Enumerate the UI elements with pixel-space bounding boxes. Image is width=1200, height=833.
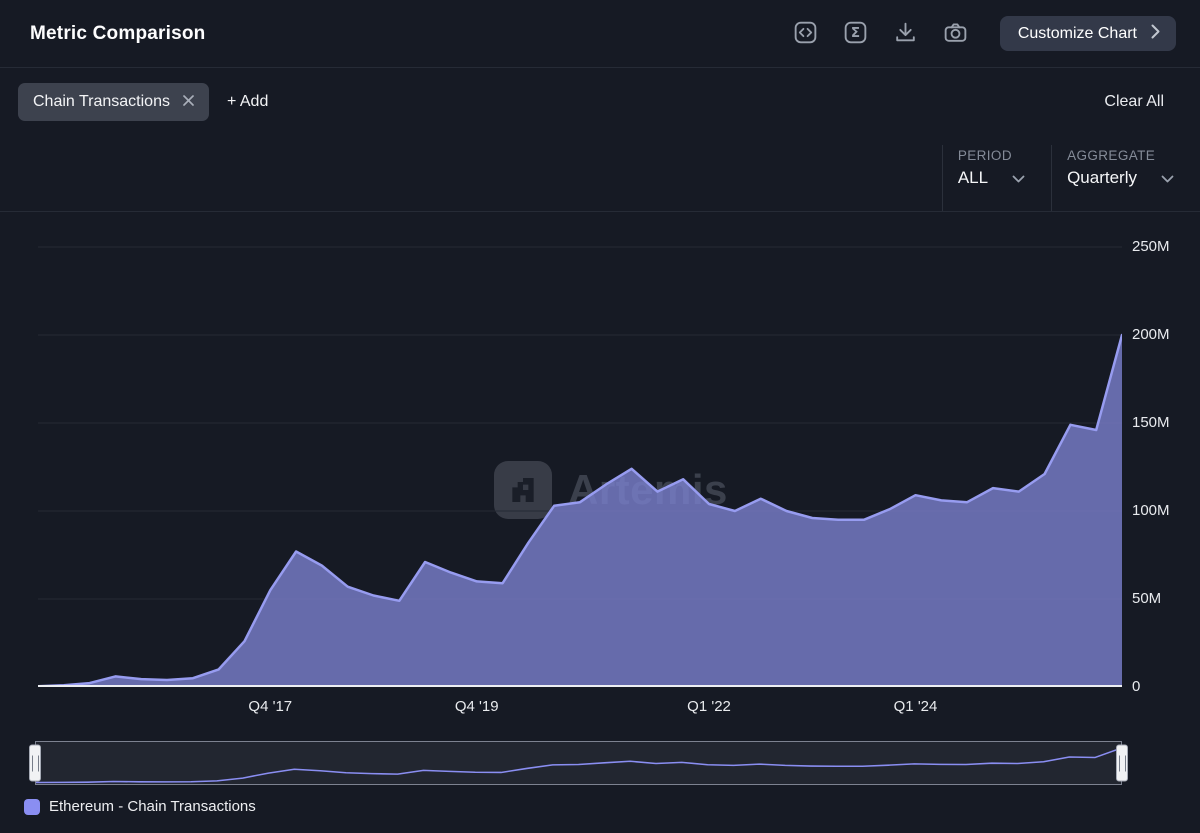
embed-code-button[interactable] bbox=[792, 20, 820, 48]
y-tick-label: 250M bbox=[1132, 238, 1170, 255]
period-value: ALL bbox=[958, 168, 988, 188]
y-axis: 050M100M150M200M250M bbox=[1132, 212, 1196, 687]
add-metric-button[interactable]: + Add bbox=[227, 93, 268, 111]
metric-chip-label: Chain Transactions bbox=[33, 93, 170, 111]
brush-mini-chart bbox=[36, 742, 1121, 784]
close-icon bbox=[182, 94, 195, 110]
screenshot-button[interactable] bbox=[942, 20, 970, 48]
x-tick-label: Q1 '24 bbox=[876, 698, 956, 715]
download-button[interactable] bbox=[892, 20, 920, 48]
y-tick-label: 50M bbox=[1132, 590, 1161, 607]
aggregate-value: Quarterly bbox=[1067, 168, 1137, 188]
brush-handle-right[interactable] bbox=[1116, 745, 1128, 782]
brush-series-line bbox=[36, 748, 1121, 782]
chevron-down-icon bbox=[1161, 168, 1174, 188]
metric-chip[interactable]: Chain Transactions bbox=[18, 83, 209, 121]
brush-handle-left[interactable] bbox=[29, 745, 41, 782]
sum-button[interactable]: Σ bbox=[842, 20, 870, 48]
metric-comparison-app: Metric Comparison Σ bbox=[0, 0, 1200, 833]
time-range-brush[interactable] bbox=[35, 741, 1122, 785]
sigma-icon: Σ bbox=[842, 19, 869, 49]
camera-icon bbox=[942, 19, 969, 49]
metric-chip-remove-button[interactable] bbox=[182, 94, 195, 110]
y-tick-label: 150M bbox=[1132, 414, 1170, 431]
aggregate-label: AGGREGATE bbox=[1067, 148, 1174, 163]
chart-area: Artemis 050M100M150M200M250M Q4 '17Q4 '1… bbox=[0, 212, 1200, 735]
clear-all-button[interactable]: Clear All bbox=[1104, 93, 1164, 111]
legend-swatch bbox=[24, 799, 40, 815]
y-tick-label: 0 bbox=[1132, 678, 1140, 695]
legend-label: Ethereum - Chain Transactions bbox=[49, 798, 256, 815]
filter-bar: Chain Transactions + Add Clear All bbox=[0, 68, 1200, 135]
x-tick-label: Q1 '22 bbox=[669, 698, 749, 715]
period-label: PERIOD bbox=[958, 148, 1025, 163]
x-tick-label: Q4 '19 bbox=[437, 698, 517, 715]
x-axis: Q4 '17 Q4 '19 Q1 '22 Q1 '24 bbox=[0, 698, 1200, 722]
legend-item-ethereum[interactable]: Ethereum - Chain Transactions bbox=[24, 798, 256, 815]
chevron-down-icon bbox=[1012, 168, 1025, 188]
topbar-actions: Σ bbox=[792, 16, 1176, 51]
embed-code-icon bbox=[792, 19, 819, 49]
x-tick-label: Q4 '17 bbox=[230, 698, 310, 715]
chevron-right-icon bbox=[1151, 24, 1160, 44]
download-icon bbox=[892, 19, 919, 49]
aggregate-dropdown[interactable]: AGGREGATE Quarterly bbox=[1051, 145, 1200, 211]
transactions-area-chart[interactable] bbox=[38, 212, 1122, 687]
y-tick-label: 200M bbox=[1132, 326, 1170, 343]
page-title: Metric Comparison bbox=[30, 23, 206, 45]
customize-chart-label: Customize Chart bbox=[1018, 25, 1137, 43]
y-tick-label: 100M bbox=[1132, 502, 1170, 519]
controls-row: PERIOD ALL AGGREGATE Quarterly bbox=[0, 135, 1200, 212]
svg-text:Σ: Σ bbox=[851, 25, 860, 41]
topbar: Metric Comparison Σ bbox=[0, 0, 1200, 68]
customize-chart-button[interactable]: Customize Chart bbox=[1000, 16, 1176, 51]
period-dropdown[interactable]: PERIOD ALL bbox=[942, 145, 1051, 211]
